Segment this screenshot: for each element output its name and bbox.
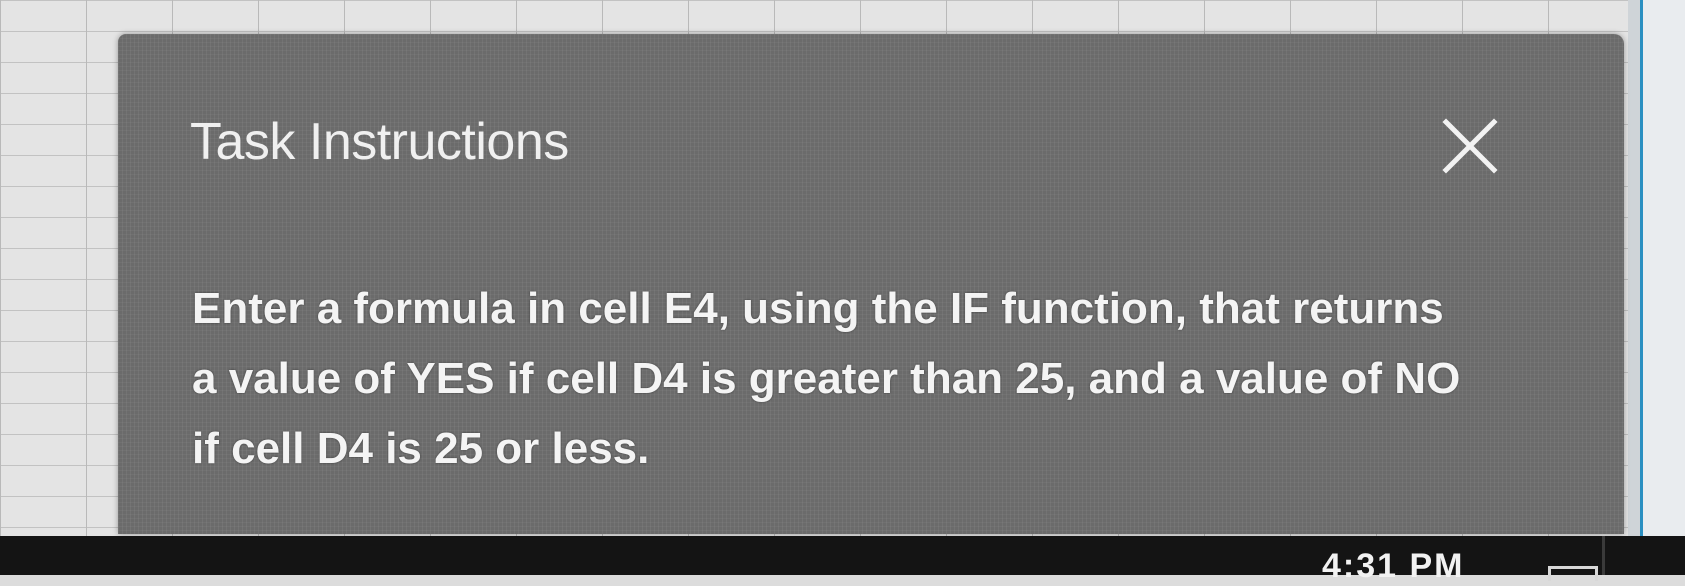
taskbar-clock[interactable]: 4:31 PM [1322,546,1465,586]
instructions-text: Enter a formula in cell E4, using the IF… [192,284,1461,473]
window-right-edge [1628,0,1685,540]
notification-icon[interactable] [1548,566,1598,581]
dialog-title: Task Instructions [190,113,569,171]
task-instructions-dialog: Task Instructions Enter a formula in cel… [118,34,1624,534]
close-icon [1442,118,1498,174]
close-button[interactable] [1438,114,1502,178]
taskbar-divider [1602,536,1605,575]
